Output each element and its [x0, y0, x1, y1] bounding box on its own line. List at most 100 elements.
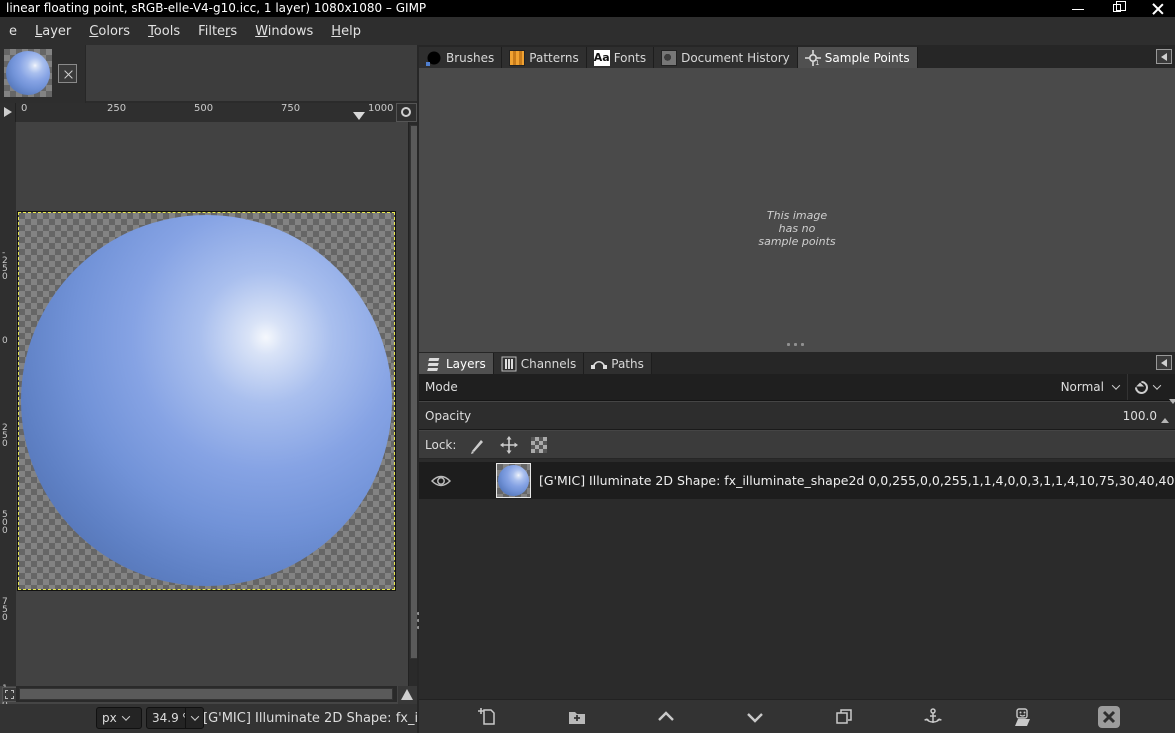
reset-icon — [1132, 378, 1150, 396]
close-button[interactable] — [1141, 0, 1175, 17]
layer-mask-button[interactable] — [1009, 704, 1035, 730]
mode-select[interactable]: Normal — [1055, 374, 1125, 400]
image-thumbnail — [4, 49, 52, 97]
ruler-label: 500 — [194, 103, 213, 114]
tab-layers[interactable]: Layers — [419, 353, 494, 374]
zoom-circle-icon — [401, 107, 411, 117]
tab-patterns[interactable]: Patterns — [502, 47, 586, 68]
zoom-follow-window-button[interactable] — [396, 103, 417, 122]
opacity-label: Opacity — [425, 409, 471, 423]
navigation-arrow-icon — [401, 689, 413, 700]
layer-list[interactable]: [G'MIC] Illuminate 2D Shape: fx_illumina… — [419, 459, 1175, 699]
dock-tab-menu-button[interactable] — [1156, 49, 1172, 64]
anchor-layer-button[interactable] — [920, 704, 946, 730]
bottom-dock-tabs: Layers Channels Paths — [419, 352, 1175, 374]
ruler-corner-menu-button[interactable] — [0, 103, 16, 122]
close-icon — [64, 70, 73, 79]
lock-pixels-button[interactable] — [469, 436, 487, 454]
restore-button[interactable] — [1101, 0, 1135, 17]
mode-label: Mode — [425, 380, 458, 394]
horizontal-scrollbar[interactable] — [16, 686, 397, 702]
sphere-image — [21, 215, 392, 586]
lower-layer-button[interactable] — [742, 704, 768, 730]
spin-down-icon[interactable] — [1169, 399, 1175, 418]
delete-layer-button[interactable] — [1098, 706, 1120, 728]
tab-label: Fonts — [614, 51, 646, 65]
duplicate-layer-button[interactable] — [831, 704, 857, 730]
ruler-label: 0 — [21, 103, 27, 114]
tab-label: Brushes — [446, 51, 494, 65]
menu-item-colors[interactable]: Colors — [80, 20, 139, 43]
lock-position-button[interactable] — [500, 436, 518, 454]
image-tab-strip — [0, 45, 418, 103]
triangle-left-icon — [1161, 359, 1167, 367]
menu-item-image-clipped[interactable]: e — [0, 20, 26, 43]
navigation-button[interactable] — [398, 686, 417, 704]
opacity-slider[interactable]: Opacity 100.0 — [419, 402, 1175, 430]
chevron-down-icon — [190, 712, 198, 720]
ruler-label: 750 — [281, 103, 300, 114]
menu-item-layer[interactable]: Layer — [26, 20, 80, 43]
layers-dialog-buttons — [419, 699, 1175, 733]
menu-item-windows[interactable]: Windows — [246, 20, 322, 43]
mode-value: Normal — [1061, 380, 1104, 394]
tab-brushes[interactable]: Brushes — [419, 47, 502, 68]
tab-sample-points[interactable]: 1 Sample Points — [798, 47, 918, 68]
layer-name[interactable]: [G'MIC] Illuminate 2D Shape: fx_illumina… — [539, 473, 1175, 488]
tab-label: Patterns — [529, 51, 578, 65]
status-bar: px 34.9 % [G'MIC] Illuminate 2D Shape: f… — [0, 704, 418, 733]
canvas-area[interactable] — [16, 122, 408, 686]
tab-channels[interactable]: Channels — [494, 353, 585, 374]
ruler-label: 250 — [107, 103, 126, 114]
ruler-label: -250 — [2, 249, 9, 281]
chevron-up-icon — [656, 707, 676, 727]
new-layer-group-button[interactable] — [564, 704, 590, 730]
layer-visibility-toggle[interactable] — [419, 473, 463, 489]
scrollbar-thumb[interactable] — [19, 688, 393, 700]
zoom-input[interactable]: 34.9 % — [146, 707, 186, 729]
tab-label: Paths — [611, 357, 644, 371]
opacity-spinner[interactable] — [1161, 404, 1173, 428]
layer-row-selected[interactable]: [G'MIC] Illuminate 2D Shape: fx_illumina… — [419, 462, 1175, 499]
new-layer-button[interactable] — [475, 704, 501, 730]
paths-icon — [591, 356, 607, 372]
pattern-icon — [509, 50, 525, 66]
horizontal-ruler[interactable]: 0 250 500 750 1000 — [16, 103, 396, 122]
tab-paths[interactable]: Paths — [584, 353, 652, 374]
menu-item-help[interactable]: Help — [322, 20, 370, 43]
menu-item-tools[interactable]: Tools — [139, 20, 189, 43]
fonts-icon: Aa — [594, 50, 610, 66]
raise-layer-button[interactable] — [653, 704, 679, 730]
tab-document-history[interactable]: Document History — [654, 47, 798, 68]
image-tab[interactable] — [0, 45, 86, 103]
chevron-down-icon — [1112, 381, 1120, 389]
anchor-icon — [923, 707, 943, 727]
vertical-ruler[interactable]: -250 0 250 500 750 1000 — [0, 122, 16, 686]
minimize-icon — [1072, 9, 1084, 10]
new-group-icon — [567, 707, 587, 727]
image-tab-close-button[interactable] — [58, 64, 77, 83]
layer-thumbnail[interactable] — [496, 463, 531, 498]
zoom-dropdown-button[interactable] — [185, 707, 204, 729]
lock-alpha-button[interactable] — [531, 437, 547, 453]
layer-mode-row: Mode Normal — [419, 374, 1175, 401]
panel-resize-handle[interactable] — [787, 343, 809, 347]
brush-icon — [469, 436, 487, 454]
quick-mask-toggle-button[interactable] — [2, 687, 17, 702]
spin-up-icon[interactable] — [1161, 404, 1169, 423]
mode-switch-button[interactable] — [1127, 374, 1171, 400]
menu-item-filters[interactable]: Filters — [189, 20, 246, 43]
sphere-thumbnail — [6, 51, 50, 95]
sphere-thumbnail — [498, 465, 529, 496]
brush-icon — [426, 50, 442, 66]
top-dock-tabs: Brushes Patterns Aa Fonts Document Histo… — [419, 45, 1175, 68]
move-icon — [500, 436, 518, 454]
tab-fonts[interactable]: Aa Fonts — [587, 47, 654, 68]
opacity-value: 100.0 — [1123, 409, 1157, 423]
title-bar: linear floating point, sRGB-elle-V4-g10.… — [0, 0, 1175, 17]
unit-select[interactable]: px — [96, 707, 142, 729]
unit-value: px — [102, 711, 117, 725]
dock-tab-menu-button[interactable] — [1156, 355, 1172, 370]
minimize-button[interactable] — [1061, 0, 1095, 17]
tab-label: Document History — [681, 51, 790, 65]
